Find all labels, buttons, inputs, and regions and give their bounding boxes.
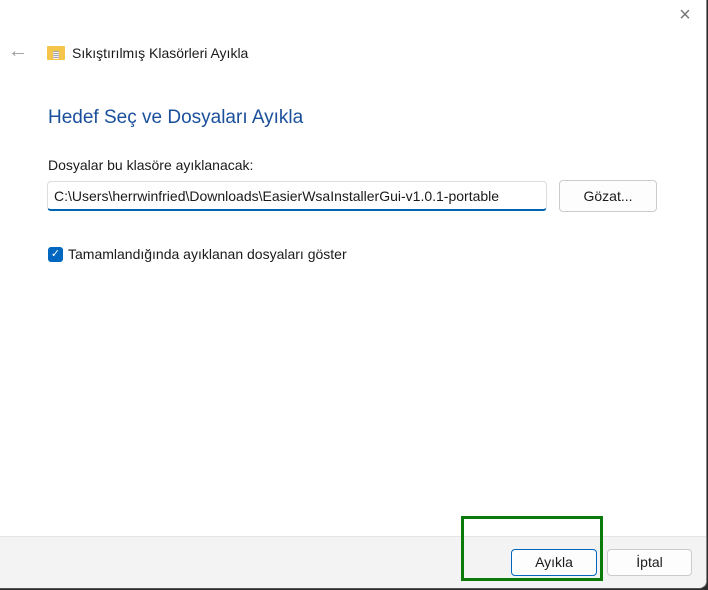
- browse-button[interactable]: Gözat...: [559, 180, 657, 212]
- extract-button[interactable]: Ayıkla: [511, 549, 597, 576]
- extract-dialog: × ← Sıkıştırılmış Klasörleri Ayıkla Hede…: [0, 0, 707, 589]
- destination-path-input[interactable]: [47, 181, 547, 211]
- back-button[interactable]: ←: [8, 40, 28, 63]
- footer-bar: [0, 536, 706, 588]
- page-heading: Hedef Seç ve Dosyaları Ayıkla: [48, 107, 304, 128]
- show-files-checkbox[interactable]: ✓: [48, 247, 63, 262]
- zip-folder-icon: [47, 46, 65, 60]
- show-files-label[interactable]: Tamamlandığında ayıklanan dosyaları göst…: [68, 246, 347, 262]
- cancel-button[interactable]: İptal: [607, 549, 692, 576]
- close-button[interactable]: ×: [672, 2, 698, 28]
- window-title: Sıkıştırılmış Klasörleri Ayıkla: [72, 45, 249, 61]
- path-label: Dosyalar bu klasöre ayıklanacak:: [48, 157, 254, 173]
